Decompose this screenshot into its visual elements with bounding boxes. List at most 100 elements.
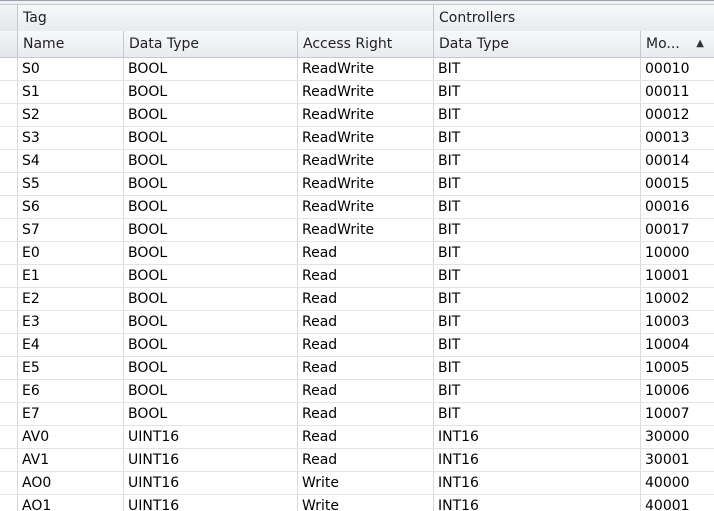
cell-modbus-address[interactable]: 00011	[641, 81, 714, 103]
table-row[interactable]: E0 BOOL Read BIT 10000	[0, 242, 714, 265]
cell-modbus-address[interactable]: 00017	[641, 219, 714, 241]
row-selector[interactable]	[0, 58, 18, 80]
column-header-access-right[interactable]: Access Right	[298, 31, 434, 57]
cell-controller-data-type[interactable]: BIT	[434, 357, 641, 379]
table-row[interactable]: AV0 UINT16 Read INT16 30000	[0, 426, 714, 449]
cell-modbus-address[interactable]: 10005	[641, 357, 714, 379]
cell-modbus-address[interactable]: 10003	[641, 311, 714, 333]
cell-modbus-address[interactable]: 10002	[641, 288, 714, 310]
cell-access-right[interactable]: Read	[298, 288, 434, 310]
cell-modbus-address[interactable]: 10004	[641, 334, 714, 356]
cell-modbus-address[interactable]: 30001	[641, 449, 714, 471]
cell-access-right[interactable]: ReadWrite	[298, 81, 434, 103]
cell-modbus-address[interactable]: 10007	[641, 403, 714, 425]
column-header-data-type[interactable]: Data Type	[124, 31, 298, 57]
cell-access-right[interactable]: ReadWrite	[298, 219, 434, 241]
cell-access-right[interactable]: Read	[298, 403, 434, 425]
cell-data-type[interactable]: BOOL	[124, 288, 298, 310]
cell-modbus-address[interactable]: 10006	[641, 380, 714, 402]
cell-controller-data-type[interactable]: BIT	[434, 219, 641, 241]
cell-data-type[interactable]: BOOL	[124, 150, 298, 172]
cell-name[interactable]: S2	[18, 104, 124, 126]
cell-name[interactable]: S1	[18, 81, 124, 103]
cell-controller-data-type[interactable]: BIT	[434, 380, 641, 402]
cell-controller-data-type[interactable]: BIT	[434, 127, 641, 149]
cell-modbus-address[interactable]: 00014	[641, 150, 714, 172]
cell-name[interactable]: AO1	[18, 495, 124, 511]
cell-controller-data-type[interactable]: INT16	[434, 495, 641, 511]
cell-name[interactable]: E1	[18, 265, 124, 287]
cell-modbus-address[interactable]: 00015	[641, 173, 714, 195]
cell-data-type[interactable]: BOOL	[124, 242, 298, 264]
cell-data-type[interactable]: BOOL	[124, 81, 298, 103]
cell-name[interactable]: E2	[18, 288, 124, 310]
cell-data-type[interactable]: BOOL	[124, 265, 298, 287]
cell-name[interactable]: S5	[18, 173, 124, 195]
cell-name[interactable]: E3	[18, 311, 124, 333]
row-selector[interactable]	[0, 265, 18, 287]
row-selector[interactable]	[0, 449, 18, 471]
table-row[interactable]: S5 BOOL ReadWrite BIT 00015	[0, 173, 714, 196]
cell-controller-data-type[interactable]: BIT	[434, 311, 641, 333]
row-selector[interactable]	[0, 81, 18, 103]
group-header-controllers[interactable]: Controllers	[434, 5, 714, 31]
row-selector[interactable]	[0, 495, 18, 511]
cell-name[interactable]: S6	[18, 196, 124, 218]
cell-access-right[interactable]: ReadWrite	[298, 127, 434, 149]
row-selector[interactable]	[0, 426, 18, 448]
cell-modbus-address[interactable]: 00013	[641, 127, 714, 149]
table-row[interactable]: E1 BOOL Read BIT 10001	[0, 265, 714, 288]
row-selector[interactable]	[0, 380, 18, 402]
table-row[interactable]: S0 BOOL ReadWrite BIT 00010	[0, 58, 714, 81]
table-row[interactable]: S7 BOOL ReadWrite BIT 00017	[0, 219, 714, 242]
cell-data-type[interactable]: BOOL	[124, 357, 298, 379]
cell-access-right[interactable]: Read	[298, 334, 434, 356]
header-row-selector[interactable]	[0, 31, 18, 57]
cell-data-type[interactable]: UINT16	[124, 426, 298, 448]
table-row[interactable]: E3 BOOL Read BIT 10003	[0, 311, 714, 334]
cell-controller-data-type[interactable]: INT16	[434, 426, 641, 448]
cell-modbus-address[interactable]: 40001	[641, 495, 714, 511]
row-selector[interactable]	[0, 357, 18, 379]
row-selector[interactable]	[0, 173, 18, 195]
row-selector[interactable]	[0, 334, 18, 356]
cell-access-right[interactable]: ReadWrite	[298, 150, 434, 172]
cell-controller-data-type[interactable]: INT16	[434, 472, 641, 494]
cell-data-type[interactable]: BOOL	[124, 104, 298, 126]
table-row[interactable]: E7 BOOL Read BIT 10007	[0, 403, 714, 426]
cell-modbus-address[interactable]: 10000	[641, 242, 714, 264]
row-selector[interactable]	[0, 196, 18, 218]
cell-modbus-address[interactable]: 00016	[641, 196, 714, 218]
cell-controller-data-type[interactable]: BIT	[434, 403, 641, 425]
cell-modbus-address[interactable]: 30000	[641, 426, 714, 448]
cell-access-right[interactable]: Read	[298, 265, 434, 287]
cell-data-type[interactable]: UINT16	[124, 472, 298, 494]
cell-access-right[interactable]: Read	[298, 380, 434, 402]
table-row[interactable]: E4 BOOL Read BIT 10004	[0, 334, 714, 357]
row-selector[interactable]	[0, 242, 18, 264]
cell-name[interactable]: AV0	[18, 426, 124, 448]
cell-access-right[interactable]: ReadWrite	[298, 104, 434, 126]
cell-data-type[interactable]: UINT16	[124, 449, 298, 471]
cell-name[interactable]: S0	[18, 58, 124, 80]
cell-controller-data-type[interactable]: BIT	[434, 334, 641, 356]
column-header-modbus[interactable]: Mo... ▲	[641, 31, 714, 57]
cell-name[interactable]: E6	[18, 380, 124, 402]
cell-access-right[interactable]: Read	[298, 449, 434, 471]
cell-controller-data-type[interactable]: BIT	[434, 265, 641, 287]
cell-data-type[interactable]: BOOL	[124, 380, 298, 402]
table-row[interactable]: S3 BOOL ReadWrite BIT 00013	[0, 127, 714, 150]
cell-controller-data-type[interactable]: BIT	[434, 81, 641, 103]
row-selector[interactable]	[0, 311, 18, 333]
table-row[interactable]: S2 BOOL ReadWrite BIT 00012	[0, 104, 714, 127]
table-row[interactable]: E2 BOOL Read BIT 10002	[0, 288, 714, 311]
cell-access-right[interactable]: Read	[298, 426, 434, 448]
cell-data-type[interactable]: BOOL	[124, 334, 298, 356]
cell-data-type[interactable]: BOOL	[124, 311, 298, 333]
cell-data-type[interactable]: UINT16	[124, 495, 298, 511]
cell-controller-data-type[interactable]: BIT	[434, 58, 641, 80]
cell-modbus-address[interactable]: 00012	[641, 104, 714, 126]
table-row[interactable]: E5 BOOL Read BIT 10005	[0, 357, 714, 380]
cell-access-right[interactable]: ReadWrite	[298, 196, 434, 218]
cell-data-type[interactable]: BOOL	[124, 219, 298, 241]
